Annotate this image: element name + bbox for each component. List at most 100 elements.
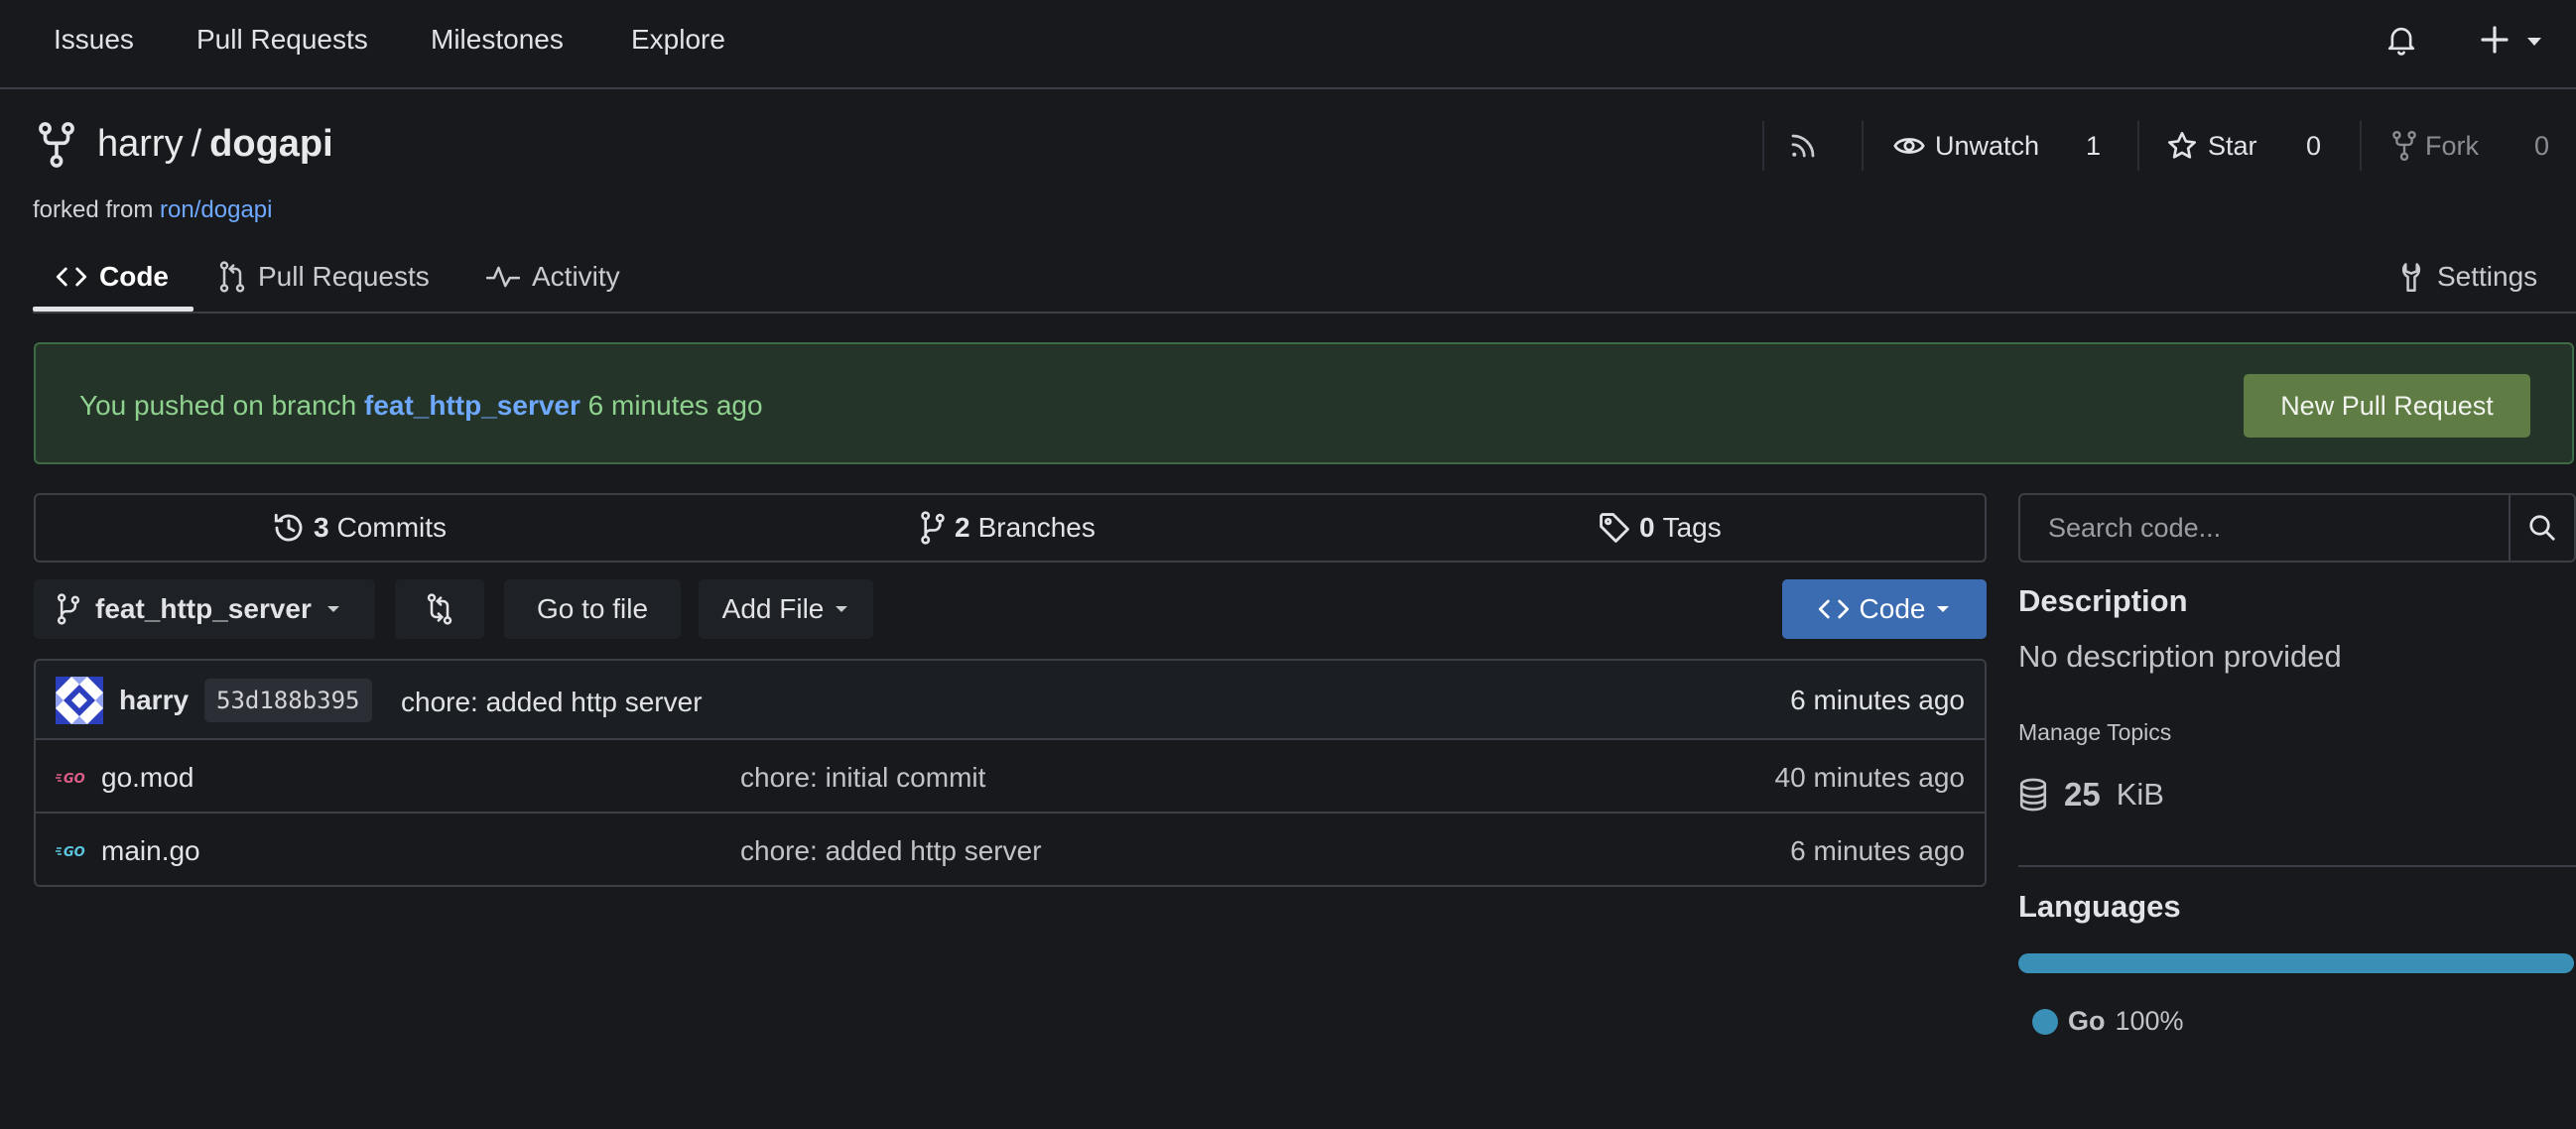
manage-topics-link[interactable]: Manage Topics	[2018, 719, 2171, 746]
tabs-divider	[33, 312, 2576, 314]
commit-sha[interactable]: 53d188b395	[204, 679, 372, 722]
fork-button[interactable]: Fork	[2391, 121, 2479, 171]
database-icon	[2018, 778, 2048, 812]
repo-stats-bar: 3 Commits 2 Branches 0 Tags	[34, 493, 1987, 563]
tab-pull-requests-label: Pull Requests	[258, 261, 430, 292]
tag-icon	[1598, 511, 1631, 545]
tags-link[interactable]: 0 Tags	[1598, 495, 1722, 561]
compare-button[interactable]	[395, 579, 484, 639]
push-time: 6 minutes ago	[587, 390, 763, 421]
file-commit-time: 6 minutes ago	[1790, 835, 1965, 866]
search-input[interactable]	[2020, 495, 2511, 561]
table-row: GO go.mod chore: initial commit 40 minut…	[36, 742, 1985, 814]
fork-repo-icon	[37, 122, 76, 168]
create-dropdown-caret-icon[interactable]	[2525, 36, 2543, 48]
tab-code-label: Code	[99, 261, 169, 292]
history-clock-icon	[272, 511, 306, 545]
nav-issues[interactable]: Issues	[54, 24, 134, 56]
star-icon	[2166, 130, 2198, 162]
commit-time: 6 minutes ago	[1790, 685, 1965, 715]
header-divider	[1762, 121, 1764, 171]
repo-name-link[interactable]: dogapi	[209, 123, 333, 165]
chevron-down-icon	[1935, 604, 1951, 614]
tab-activity-label: Activity	[532, 261, 620, 292]
commit-message[interactable]: chore: added http server	[401, 687, 703, 718]
repo-title-separator: /	[191, 123, 202, 165]
code-brackets-icon	[1818, 597, 1850, 621]
unwatch-label: Unwatch	[1935, 130, 2040, 161]
unwatch-button[interactable]: Unwatch	[1893, 121, 2039, 171]
languages-heading: Languages	[2018, 889, 2181, 924]
pull-request-icon	[218, 261, 246, 293]
language-legend-item[interactable]: Go 100%	[2032, 1006, 2184, 1037]
latest-commit-row: harry 53d188b395 chore: added http serve…	[36, 661, 1985, 740]
activity-pulse-icon	[486, 264, 520, 290]
forked-from-link[interactable]: ron/dogapi	[160, 196, 272, 223]
file-name-link[interactable]: main.go	[101, 835, 200, 867]
tags-count: 0	[1639, 512, 1655, 543]
notifications-bell-icon[interactable]	[2385, 24, 2417, 58]
forked-from-line: forked from ron/dogapi	[33, 196, 272, 224]
description-heading: Description	[2018, 583, 2188, 618]
nav-pull-requests[interactable]: Pull Requests	[196, 24, 368, 56]
go-file-icon: GO	[56, 839, 89, 863]
file-commit-time: 40 minutes ago	[1774, 762, 1965, 793]
go-file-icon: GO	[56, 766, 89, 790]
language-color-dot	[2032, 1008, 2058, 1035]
wrench-icon	[2397, 261, 2425, 293]
nav-explore[interactable]: Explore	[631, 24, 725, 56]
file-commit-message[interactable]: chore: added http server	[740, 835, 1042, 867]
header-divider	[2360, 121, 2362, 171]
tab-pull-requests[interactable]: Pull Requests	[218, 252, 430, 302]
description-text: No description provided	[2018, 639, 2342, 674]
commit-author[interactable]: harry	[119, 685, 189, 716]
svg-text:GO: GO	[64, 772, 85, 787]
file-commit-message[interactable]: chore: initial commit	[740, 762, 985, 794]
search-icon	[2527, 513, 2557, 543]
commits-label: Commits	[336, 512, 448, 543]
repo-title: harry / dogapi	[97, 123, 333, 166]
create-new-plus-icon[interactable]	[2479, 24, 2511, 56]
go-to-file-button[interactable]: Go to file	[504, 579, 681, 639]
rss-feed-icon	[1788, 131, 1818, 161]
repo-size-value: 25	[2064, 776, 2101, 813]
forked-from-prefix: forked from	[33, 196, 154, 223]
search-button[interactable]	[2509, 495, 2574, 561]
svg-text:GO: GO	[64, 845, 85, 860]
file-name-link[interactable]: go.mod	[101, 762, 193, 794]
star-button[interactable]: Star	[2166, 121, 2257, 171]
recent-push-message: You pushed on branch feat_http_server 6 …	[79, 390, 763, 422]
tab-settings-label: Settings	[2437, 261, 2538, 292]
table-row: GO main.go chore: added http server 6 mi…	[36, 815, 1985, 885]
clone-code-dropdown[interactable]: Code	[1782, 579, 1987, 639]
language-percent: 100%	[2115, 1006, 2184, 1036]
tab-activity[interactable]: Activity	[486, 252, 620, 302]
branches-link[interactable]: 2 Branches	[919, 495, 1095, 561]
eye-icon	[1893, 132, 1925, 160]
language-bar-go	[2018, 953, 2574, 973]
commits-link[interactable]: 3 Commits	[272, 495, 447, 561]
nav-milestones[interactable]: Milestones	[431, 24, 564, 56]
file-list-table: harry 53d188b395 chore: added http serve…	[34, 659, 1987, 887]
fork-icon	[2391, 130, 2417, 162]
tab-settings[interactable]: Settings	[2397, 252, 2537, 302]
repo-owner-link[interactable]: harry	[97, 123, 184, 165]
pushed-branch-link[interactable]: feat_http_server	[364, 390, 580, 421]
language-name: Go	[2068, 1006, 2106, 1036]
branch-icon	[919, 511, 947, 545]
avatar[interactable]	[56, 677, 103, 724]
branch-selector[interactable]: feat_http_server	[34, 579, 375, 639]
add-file-dropdown[interactable]: Add File	[699, 579, 873, 639]
commits-count: 3	[314, 512, 329, 543]
new-pull-request-button[interactable]: New Pull Request	[2244, 374, 2530, 438]
branches-label: Branches	[977, 512, 1095, 543]
fork-count[interactable]: 0	[2534, 121, 2549, 171]
tab-code[interactable]: Code	[56, 252, 169, 302]
repo-size-unit: KiB	[2116, 777, 2164, 812]
rss-feed-button[interactable]	[1788, 121, 1818, 171]
watch-count[interactable]: 1	[2086, 121, 2101, 171]
code-search-box	[2018, 493, 2576, 563]
star-label: Star	[2208, 130, 2257, 161]
header-divider	[2137, 121, 2139, 171]
star-count[interactable]: 0	[2306, 121, 2321, 171]
